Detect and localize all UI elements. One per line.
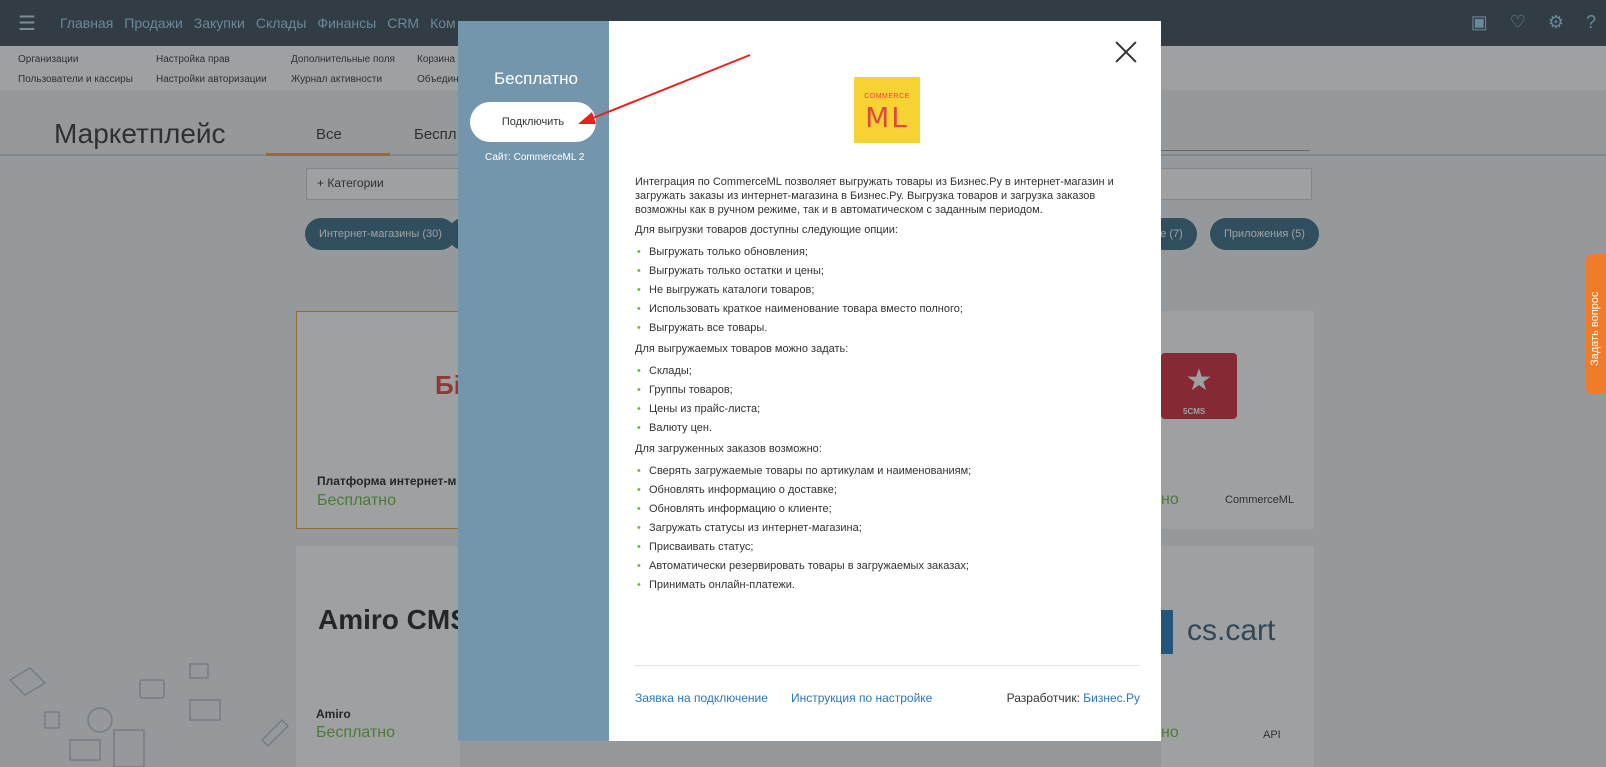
developer-info: Разработчик: Бизнес.Ру — [1007, 691, 1140, 705]
modal-description: Интеграция по CommerceML позволяет выгру… — [635, 175, 1140, 599]
ask-question-tab[interactable]: Задать вопрос — [1586, 254, 1606, 394]
connect-button[interactable]: Подключить — [470, 102, 596, 142]
section-title: Для загруженных заказов возможно: — [635, 443, 822, 455]
intro-text: Интеграция по CommerceML позволяет выгру… — [635, 176, 1114, 216]
footer-divider — [635, 665, 1140, 666]
site-link[interactable]: Сайт: CommerceML 2 — [485, 152, 584, 163]
options-list: Выгружать только обновления; Выгружать т… — [635, 243, 1140, 338]
list-item: Выгружать все товары. — [635, 319, 1140, 338]
ask-question-label: Задать вопрос — [1589, 291, 1601, 366]
list-item: Принимать онлайн-платежи. — [635, 576, 1140, 595]
close-icon[interactable] — [1111, 37, 1141, 67]
list-item: Не выгружать каталоги товаров; — [635, 281, 1140, 300]
logo-text-big: ML — [865, 101, 909, 134]
list-item: Использовать краткое наименование товара… — [635, 300, 1140, 319]
section-title: Для выгружаемых товаров можно задать: — [635, 343, 849, 355]
settings-list: Склады; Группы товаров; Цены из прайс-ли… — [635, 362, 1140, 438]
list-item: Присваивать статус; — [635, 538, 1140, 557]
list-item: Загружать статусы из интернет-магазина; — [635, 519, 1140, 538]
developer-link[interactable]: Бизнес.Ру — [1083, 691, 1140, 705]
list-item: Автоматически резервировать товары в заг… — [635, 557, 1140, 576]
setup-instruction-link[interactable]: Инструкция по настройке — [791, 691, 932, 705]
modal-side-panel: Бесплатно Подключить Сайт: CommerceML 2 — [458, 21, 609, 741]
list-item: Сверять загружаемые товары по артикулам … — [635, 462, 1140, 481]
app-details-modal: Бесплатно Подключить Сайт: CommerceML 2 … — [458, 21, 1161, 741]
section-title: Для выгрузки товаров доступны следующие … — [635, 224, 898, 236]
list-item: Выгружать только остатки и цены; — [635, 262, 1140, 281]
list-item: Обновлять информацию о клиенте; — [635, 500, 1140, 519]
commerceml-logo: COMMERCE ML — [854, 77, 920, 143]
list-item: Обновлять информацию о доставке; — [635, 481, 1140, 500]
list-item: Группы товаров; — [635, 381, 1140, 400]
developer-label: Разработчик: — [1006, 691, 1080, 705]
request-connection-link[interactable]: Заявка на подключение — [635, 691, 768, 705]
price-label: Бесплатно — [494, 69, 578, 88]
list-item: Цены из прайс-листа; — [635, 400, 1140, 419]
list-item: Склады; — [635, 362, 1140, 381]
orders-list: Сверять загружаемые товары по артикулам … — [635, 462, 1140, 595]
logo-text-small: COMMERCE — [864, 93, 910, 100]
list-item: Выгружать только обновления; — [635, 243, 1140, 262]
list-item: Валюту цен. — [635, 419, 1140, 438]
